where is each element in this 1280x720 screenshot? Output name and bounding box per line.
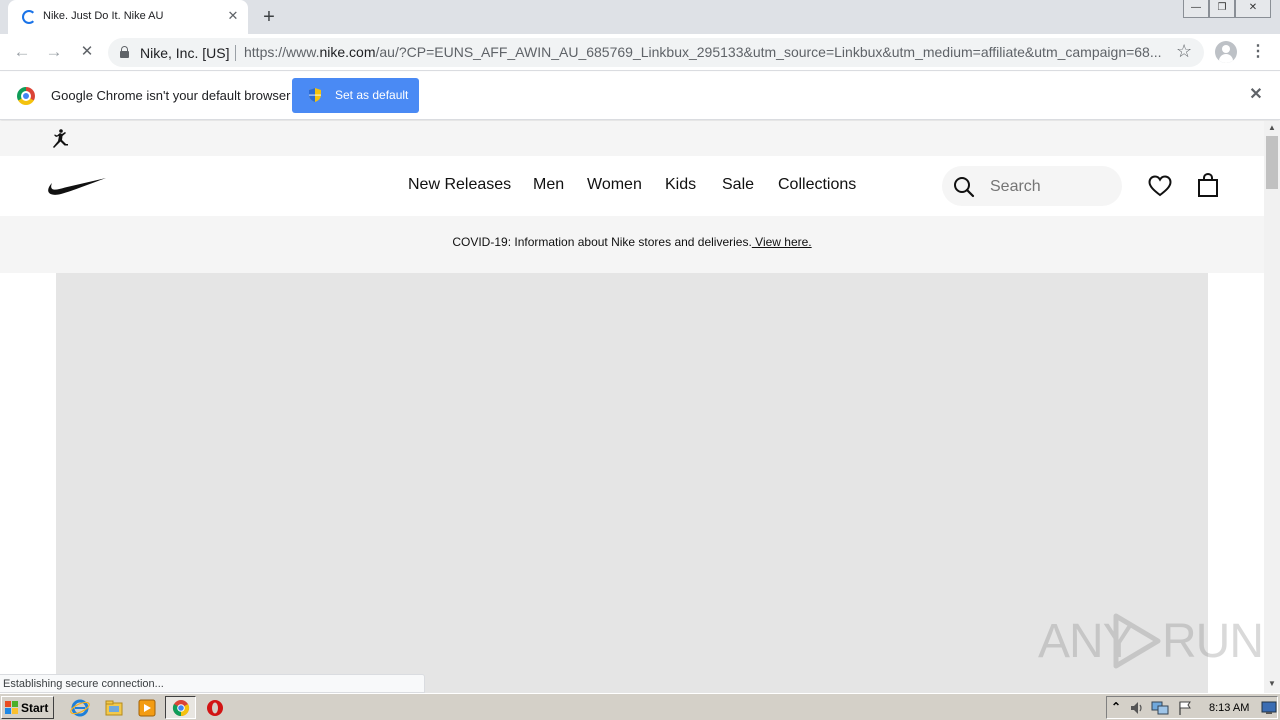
watermark-right-text: RUN	[1162, 615, 1264, 668]
bookmark-star-icon[interactable]: ☆	[1176, 41, 1192, 62]
nav-men[interactable]: Men	[533, 176, 564, 194]
new-tab-button[interactable]: +	[258, 6, 280, 28]
taskbar-chrome-button-active[interactable]	[165, 696, 196, 719]
volume-icon[interactable]	[1129, 700, 1145, 716]
web-page-viewport: New Releases Men Women Kids Sale Collect…	[0, 121, 1264, 693]
scroll-up-arrow-icon[interactable]: ▲	[1264, 121, 1280, 135]
internet-explorer-icon[interactable]	[70, 698, 90, 718]
view-here-link[interactable]: View here.	[752, 235, 811, 249]
banner-message: COVID-19: Information about Nike stores …	[452, 235, 752, 249]
show-desktop-icon[interactable]	[1261, 700, 1277, 716]
shopping-bag-icon[interactable]	[1196, 172, 1220, 198]
status-bubble: Establishing secure connection...	[0, 674, 425, 693]
default-browser-infobar: Google Chrome isn't your default browser…	[0, 72, 1280, 120]
media-player-icon[interactable]	[137, 698, 157, 718]
url-separator	[235, 45, 236, 61]
search-icon[interactable]	[952, 175, 976, 199]
browser-tab-active[interactable]: Nike. Just Do It. Nike AU ✕	[8, 0, 248, 34]
nav-collections[interactable]: Collections	[778, 176, 856, 194]
tab-close-icon[interactable]: ✕	[224, 7, 242, 25]
start-button[interactable]: Start	[1, 696, 54, 719]
opera-icon[interactable]	[205, 698, 225, 718]
jordan-jumpman-logo-icon[interactable]	[49, 128, 71, 150]
nav-new-releases[interactable]: New Releases	[408, 176, 511, 194]
chrome-logo-icon	[17, 87, 35, 105]
address-bar[interactable]: Nike, Inc. [US] https://www.nike.com/au/…	[108, 38, 1204, 67]
nav-women[interactable]: Women	[587, 176, 642, 194]
brand-topbar	[0, 121, 1264, 156]
tab-strip: Nike. Just Do It. Nike AU ✕ + — ❐ ✕	[0, 0, 1280, 34]
scrollbar-thumb[interactable]	[1266, 136, 1278, 189]
tab-title: Nike. Just Do It. Nike AU	[43, 10, 164, 22]
set-as-default-label: Set as default	[335, 88, 409, 102]
back-button[interactable]: ←	[11, 41, 33, 63]
start-label: Start	[21, 701, 49, 715]
system-tray: ⌃ 8:13 AM	[1106, 696, 1278, 719]
window-minimize-button[interactable]: —	[1183, 0, 1209, 18]
site-identity-label[interactable]: Nike, Inc. [US]	[140, 45, 229, 61]
nav-sale[interactable]: Sale	[722, 176, 754, 194]
url-text[interactable]: https://www.nike.com/au/?CP=EUNS_AFF_AWI…	[244, 44, 1166, 60]
action-center-flag-icon[interactable]	[1177, 700, 1193, 716]
set-as-default-button[interactable]: Set as default	[292, 78, 419, 113]
taskbar-chrome-icon	[172, 700, 190, 717]
lock-icon[interactable]	[120, 46, 129, 58]
forward-button[interactable]: →	[43, 41, 65, 63]
stop-loading-button[interactable]: ✕	[76, 41, 98, 63]
url-host: nike.com	[319, 44, 376, 60]
search-box[interactable]	[942, 166, 1122, 206]
loading-spinner-icon	[22, 10, 36, 24]
profile-avatar-icon[interactable]	[1215, 41, 1237, 63]
browser-toolbar: ← → ✕ Nike, Inc. [US] https://www.nike.c…	[0, 34, 1280, 71]
scroll-down-arrow-icon[interactable]: ▼	[1264, 677, 1280, 691]
browser-menu-icon[interactable]: ⋮	[1250, 41, 1266, 63]
file-explorer-icon[interactable]	[104, 698, 124, 718]
infobar-message: Google Chrome isn't your default browser	[51, 88, 291, 103]
url-scheme: https://www.	[244, 44, 320, 60]
windows-flag-icon	[5, 701, 18, 714]
banner-text: COVID-19: Information about Nike stores …	[0, 235, 1264, 249]
nav-kids[interactable]: Kids	[665, 176, 696, 194]
network-icon[interactable]	[1151, 700, 1169, 716]
covid-info-banner: COVID-19: Information about Nike stores …	[0, 216, 1264, 273]
search-input[interactable]	[990, 177, 1110, 197]
nike-swoosh-logo-icon[interactable]	[47, 174, 107, 198]
hero-image-placeholder[interactable]	[56, 273, 1208, 693]
page-scrollbar[interactable]: ▲ ▼	[1264, 121, 1280, 693]
window-close-button[interactable]: ✕	[1235, 0, 1271, 18]
tray-expand-icon[interactable]: ⌃	[1111, 700, 1121, 714]
windows-taskbar: Start ⌃ 8:13 AM	[0, 693, 1280, 720]
infobar-close-icon[interactable]: ✕	[1247, 86, 1265, 104]
watermark-play-icon	[1113, 613, 1161, 669]
uac-shield-icon	[309, 88, 321, 102]
window-restore-button[interactable]: ❐	[1209, 0, 1235, 18]
anyrun-watermark: ANY RUN	[1038, 610, 1264, 672]
nike-main-navbar: New Releases Men Women Kids Sale Collect…	[0, 156, 1264, 216]
url-path: /au/?CP=EUNS_AFF_AWIN_AU_685769_Linkbux_…	[375, 44, 1162, 60]
favorites-heart-icon[interactable]	[1147, 174, 1173, 198]
taskbar-clock[interactable]: 8:13 AM	[1209, 702, 1249, 714]
